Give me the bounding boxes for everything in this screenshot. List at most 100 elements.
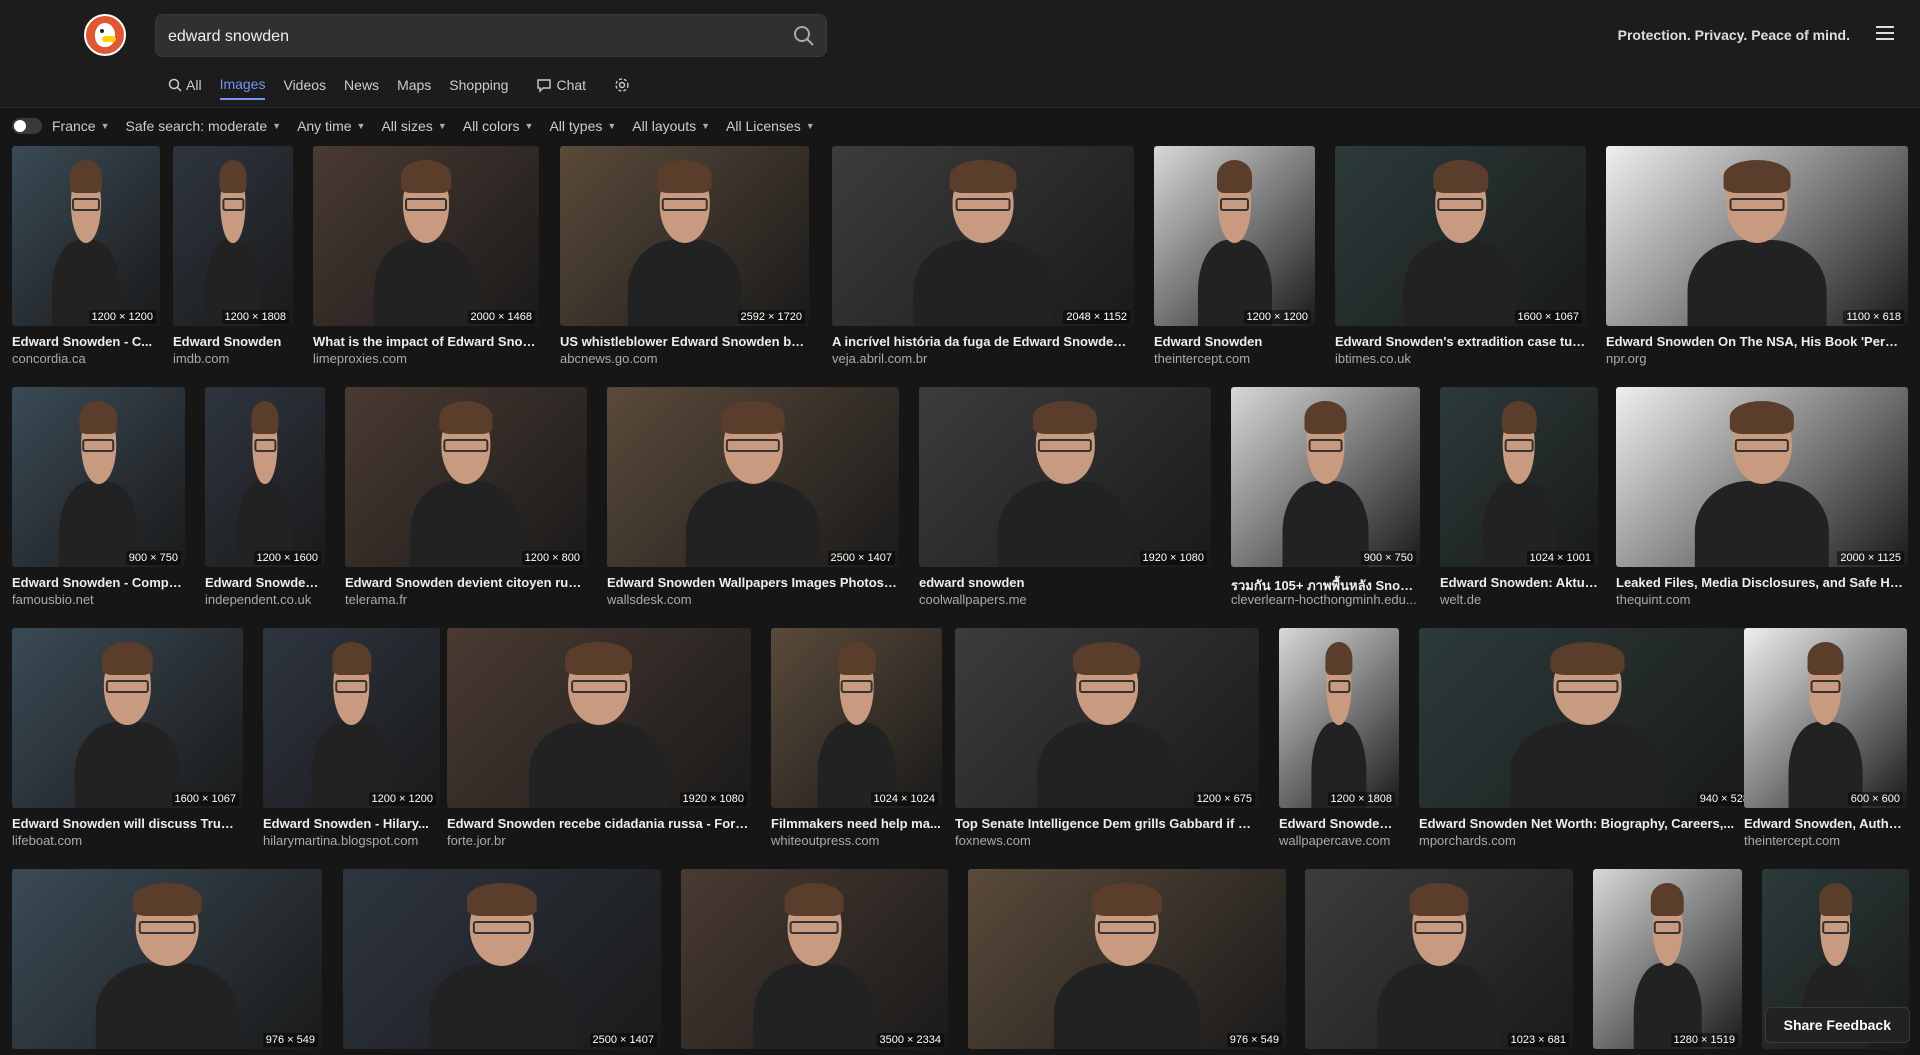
image-result[interactable]: 1200 × 800 Edward Snowden devient citoyen… bbox=[345, 387, 587, 607]
image-result[interactable]: 1920 × 1080 Edward Snowden recebe cidadan… bbox=[447, 628, 751, 848]
image-result[interactable]: 2500 × 1407 bbox=[343, 869, 661, 1049]
image-result[interactable]: 900 × 750 รวมกัน 105+ ภาพพื้นหลัง Snow...… bbox=[1231, 387, 1420, 607]
image-result[interactable]: 1200 × 1200 Edward Snowden theintercept.co… bbox=[1154, 146, 1315, 366]
image-result[interactable]: 2000 × 1468 What is the impact of Edward … bbox=[313, 146, 539, 366]
result-title[interactable]: Leaked Files, Media Disclosures, and Saf… bbox=[1616, 575, 1908, 590]
result-title[interactable]: Edward Snowden bbox=[173, 334, 293, 349]
result-thumbnail[interactable]: 1280 × 1519 bbox=[1593, 869, 1742, 1049]
result-thumbnail[interactable]: 1100 × 618 bbox=[1606, 146, 1908, 326]
result-thumbnail[interactable]: 2500 × 1407 bbox=[607, 387, 899, 567]
image-result[interactable]: 600 × 600 Edward Snowden, Author... theint… bbox=[1744, 628, 1907, 848]
result-thumbnail[interactable]: 1024 × 1001 bbox=[1440, 387, 1598, 567]
result-domain[interactable]: forte.jor.br bbox=[447, 833, 751, 848]
image-result[interactable]: 1200 × 675 Top Senate Intelligence Dem gr… bbox=[955, 628, 1259, 848]
result-title[interactable]: Edward Snowden Net Worth: Biography, Car… bbox=[1419, 816, 1756, 831]
image-result[interactable]: 1600 × 1067 Edward Snowden will discuss T… bbox=[12, 628, 243, 848]
result-title[interactable]: Edward Snowden - C... bbox=[12, 334, 160, 349]
result-thumbnail[interactable]: 900 × 750 bbox=[12, 387, 185, 567]
image-result[interactable]: 976 × 549 bbox=[968, 869, 1286, 1049]
result-domain[interactable]: cleverlearn-hocthongminh.edu... bbox=[1231, 592, 1420, 607]
result-title[interactable]: edward snowden bbox=[919, 575, 1211, 590]
result-thumbnail[interactable]: 1920 × 1080 bbox=[447, 628, 751, 808]
result-title[interactable]: Edward Snowden, Author... bbox=[1744, 816, 1907, 831]
result-thumbnail[interactable]: 1024 × 1024 bbox=[771, 628, 942, 808]
result-title[interactable]: Top Senate Intelligence Dem grills Gabba… bbox=[955, 816, 1259, 831]
tab-images[interactable]: Images bbox=[219, 70, 266, 100]
result-thumbnail[interactable]: 1200 × 1808 bbox=[173, 146, 293, 326]
image-result[interactable]: 976 × 549 bbox=[12, 869, 322, 1049]
filter-region[interactable]: France ▼ bbox=[52, 118, 110, 134]
search-input[interactable] bbox=[166, 15, 770, 58]
result-domain[interactable]: theintercept.com bbox=[1154, 351, 1315, 366]
duckduckgo-logo[interactable] bbox=[84, 14, 126, 56]
image-result[interactable]: 2500 × 1407 Edward Snowden Wallpapers Ima… bbox=[607, 387, 899, 607]
result-thumbnail[interactable]: 1200 × 1200 bbox=[12, 146, 160, 326]
result-title[interactable]: What is the impact of Edward Snow... bbox=[313, 334, 539, 349]
result-title[interactable]: Edward Snowden - Comput... bbox=[12, 575, 185, 590]
result-domain[interactable]: abcnews.go.com bbox=[560, 351, 809, 366]
image-result[interactable]: 2048 × 1152 A incrível história da fuga d… bbox=[832, 146, 1134, 366]
tab-maps[interactable]: Maps bbox=[397, 70, 431, 100]
chat-button[interactable]: Chat bbox=[536, 70, 586, 100]
result-domain[interactable]: npr.org bbox=[1606, 351, 1908, 366]
filter-color[interactable]: All colors ▼ bbox=[463, 118, 534, 134]
share-feedback-button[interactable]: Share Feedback bbox=[1764, 1007, 1910, 1043]
image-result[interactable]: 1600 × 1067 Edward Snowden's extradition … bbox=[1335, 146, 1586, 366]
image-result[interactable]: 1100 × 618 Edward Snowden On The NSA, His… bbox=[1606, 146, 1908, 366]
image-result[interactable]: 2592 × 1720 US whistleblower Edward Snowd… bbox=[560, 146, 809, 366]
result-thumbnail[interactable]: 1200 × 800 bbox=[345, 387, 587, 567]
result-thumbnail[interactable]: 2592 × 1720 bbox=[560, 146, 809, 326]
menu-icon[interactable] bbox=[1876, 26, 1894, 40]
image-result[interactable]: 1200 × 1808 Edward Snowden imdb.com bbox=[173, 146, 293, 366]
result-domain[interactable]: veja.abril.com.br bbox=[832, 351, 1134, 366]
image-result[interactable]: 3500 × 2334 bbox=[681, 869, 948, 1049]
tab-videos[interactable]: Videos bbox=[283, 70, 326, 100]
result-title[interactable]: Edward Snowden:... bbox=[205, 575, 325, 590]
result-thumbnail[interactable]: 600 × 600 bbox=[1744, 628, 1907, 808]
settings-gear-icon[interactable] bbox=[614, 70, 634, 100]
result-thumbnail[interactable]: 2048 × 1152 bbox=[832, 146, 1134, 326]
result-domain[interactable]: foxnews.com bbox=[955, 833, 1259, 848]
image-result[interactable]: 1024 × 1001 Edward Snowden: Aktue... welt.… bbox=[1440, 387, 1598, 607]
image-result[interactable]: 1200 × 1808 Edward Snowden ... wallpaperca… bbox=[1279, 628, 1399, 848]
image-result[interactable]: 1200 × 1200 Edward Snowden - C... concordi… bbox=[12, 146, 160, 366]
result-title[interactable]: Edward Snowden - Hilary... bbox=[263, 816, 440, 831]
image-result[interactable]: 1023 × 681 bbox=[1305, 869, 1573, 1049]
image-result[interactable]: 2000 × 1125 Leaked Files, Media Disclosur… bbox=[1616, 387, 1908, 607]
result-thumbnail[interactable]: 1200 × 1200 bbox=[1154, 146, 1315, 326]
result-domain[interactable]: whiteoutpress.com bbox=[771, 833, 942, 848]
result-thumbnail[interactable]: 2500 × 1407 bbox=[343, 869, 661, 1049]
result-domain[interactable]: mporchards.com bbox=[1419, 833, 1756, 848]
result-domain[interactable]: wallpapercave.com bbox=[1279, 833, 1399, 848]
result-domain[interactable]: thequint.com bbox=[1616, 592, 1908, 607]
result-thumbnail[interactable]: 2000 × 1125 bbox=[1616, 387, 1908, 567]
image-result[interactable]: 1280 × 1519 bbox=[1593, 869, 1742, 1049]
filter-type[interactable]: All types ▼ bbox=[549, 118, 616, 134]
result-domain[interactable]: famousbio.net bbox=[12, 592, 185, 607]
result-thumbnail[interactable]: 1600 × 1067 bbox=[12, 628, 243, 808]
result-title[interactable]: Edward Snowden Wallpapers Images Photos … bbox=[607, 575, 899, 590]
tab-all[interactable]: All bbox=[168, 70, 202, 100]
result-domain[interactable]: independent.co.uk bbox=[205, 592, 325, 607]
result-thumbnail[interactable]: 1200 × 1808 bbox=[1279, 628, 1399, 808]
image-result[interactable]: 1200 × 1600 Edward Snowden:... independent… bbox=[205, 387, 325, 607]
result-title[interactable]: Edward Snowden will discuss Trump ... bbox=[12, 816, 243, 831]
result-title[interactable]: Filmmakers need help ma... bbox=[771, 816, 942, 831]
filter-safe-search[interactable]: Safe search: moderate ▼ bbox=[126, 118, 282, 134]
result-title[interactable]: Edward Snowden devient citoyen russ... bbox=[345, 575, 587, 590]
region-toggle[interactable] bbox=[12, 118, 42, 134]
result-domain[interactable]: concordia.ca bbox=[12, 351, 160, 366]
result-thumbnail[interactable]: 940 × 528 bbox=[1419, 628, 1756, 808]
result-domain[interactable]: ibtimes.co.uk bbox=[1335, 351, 1586, 366]
result-title[interactable]: Edward Snowden On The NSA, His Book 'Per… bbox=[1606, 334, 1908, 349]
result-domain[interactable]: hilarymartina.blogspot.com bbox=[263, 833, 440, 848]
result-title[interactable]: Edward Snowden ... bbox=[1279, 816, 1399, 831]
result-title[interactable]: A incrível história da fuga de Edward Sn… bbox=[832, 334, 1134, 349]
result-thumbnail[interactable]: 1920 × 1080 bbox=[919, 387, 1211, 567]
result-domain[interactable]: telerama.fr bbox=[345, 592, 587, 607]
result-title[interactable]: Edward Snowden recebe cidadania russa - … bbox=[447, 816, 751, 831]
result-thumbnail[interactable]: 3500 × 2334 bbox=[681, 869, 948, 1049]
result-thumbnail[interactable]: 1200 × 1600 bbox=[205, 387, 325, 567]
result-thumbnail[interactable]: 1600 × 1067 bbox=[1335, 146, 1586, 326]
image-result[interactable] bbox=[1762, 869, 1909, 1049]
